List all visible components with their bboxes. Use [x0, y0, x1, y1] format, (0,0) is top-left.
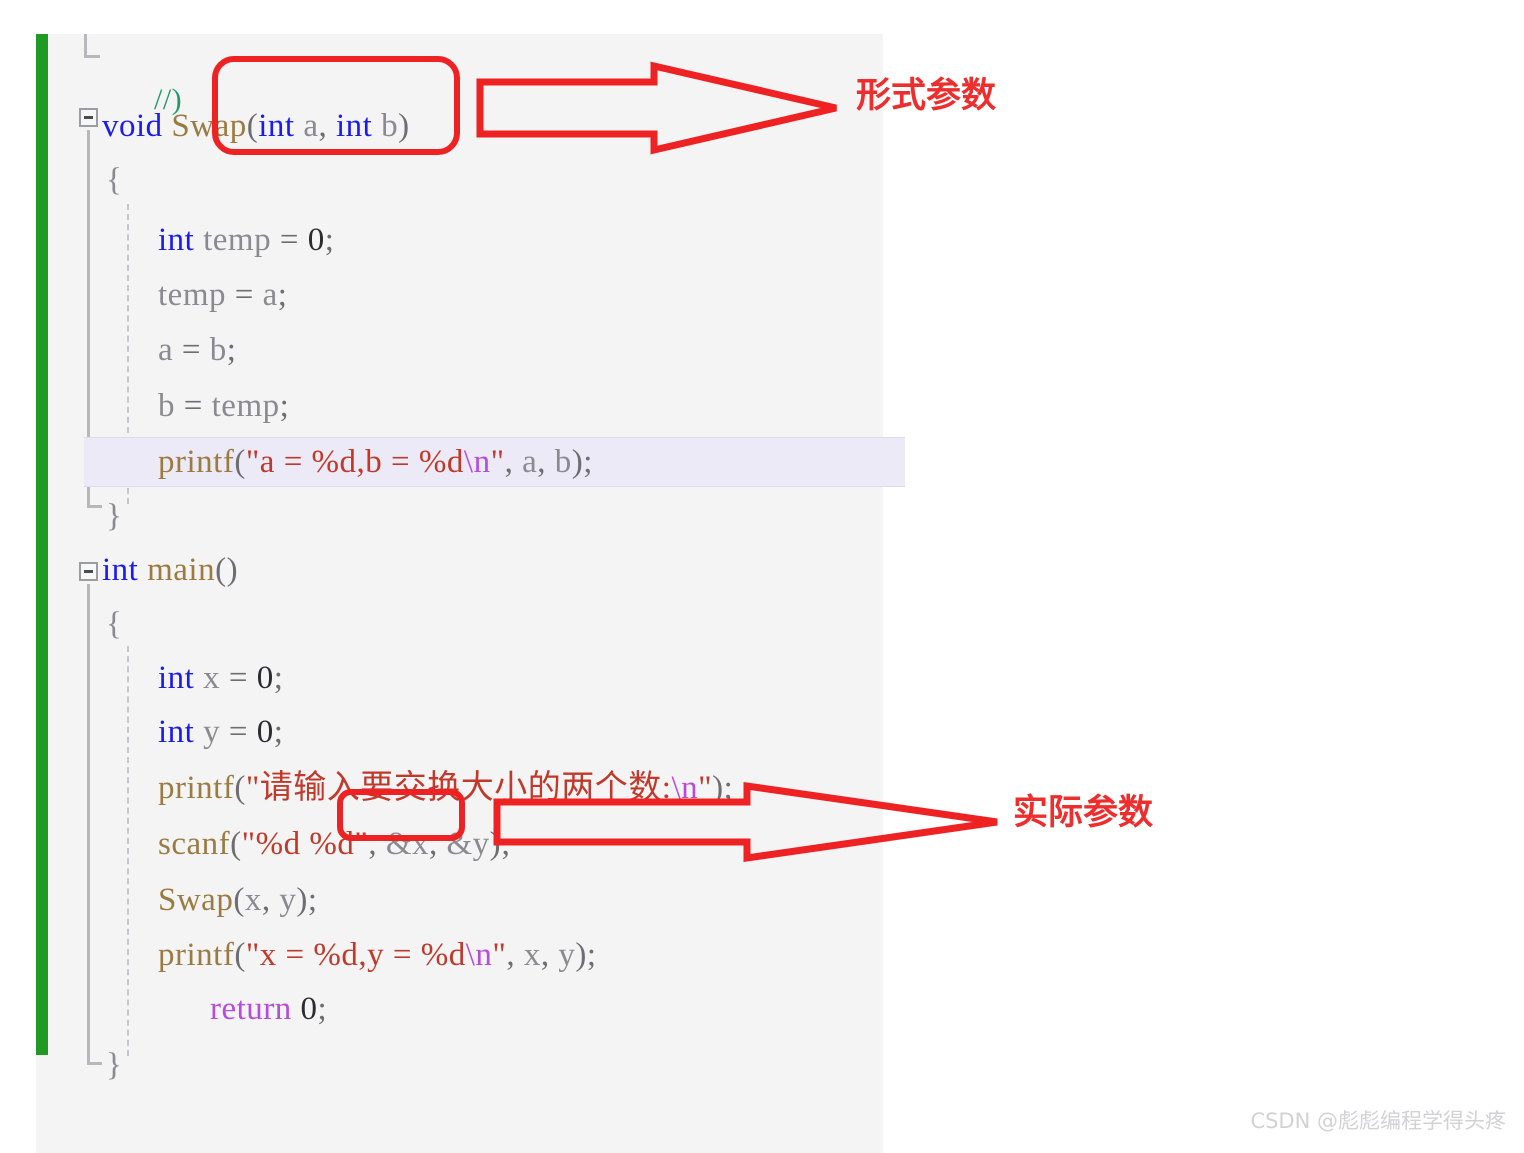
formal-parameters-arrow-icon [476, 61, 837, 155]
fold-rail-main-foot [87, 1062, 102, 1065]
code-line-main-open-brace: { [106, 606, 123, 642]
actual-parameters-label: 实际参数 [1013, 793, 1154, 833]
code-line-decl-x: int x = 0; [158, 660, 284, 696]
code-line-return-zero: return 0; [210, 991, 328, 1027]
code-line-swap-open-brace: { [106, 162, 123, 198]
code-line-assign-b-temp: b = temp; [158, 388, 290, 424]
code-line-printf-swap: printf("a = %d,b = %d\n", a, b); [158, 444, 593, 480]
code-line-call-swap: Swap(x, y); [158, 882, 318, 918]
code-line-decl-temp: int temp = 0; [158, 222, 335, 258]
indent-guide-main [127, 646, 129, 1056]
fold-rail-swap-foot [87, 505, 102, 508]
code-line-main-signature: int main() [102, 552, 239, 588]
formal-parameters-highlight-box [212, 56, 460, 155]
code-line-assign-a-b: a = b; [158, 332, 237, 368]
code-text-area[interactable]: //) void Swap(int a, int b) { int temp =… [58, 34, 905, 1153]
fold-rail-main [87, 584, 90, 1065]
code-line-assign-temp-a: temp = a; [158, 277, 288, 313]
fold-toggle-main-icon[interactable] [79, 562, 98, 581]
code-line-main-close-brace: } [106, 1047, 123, 1083]
formal-parameters-label: 形式参数 [856, 76, 997, 116]
fold-toggle-swap-icon[interactable] [79, 108, 98, 127]
modified-lines-change-bar [36, 34, 48, 1055]
code-line-decl-y: int y = 0; [158, 714, 284, 750]
code-line-printf-result: printf("x = %d,y = %d\n", x, y); [158, 937, 597, 973]
code-editor-panel: //) void Swap(int a, int b) { int temp =… [36, 34, 905, 1153]
csdn-watermark: CSDN @彪彪编程学得头疼 [1250, 1109, 1506, 1133]
code-line-swap-close-brace: } [106, 498, 123, 534]
actual-parameters-highlight-box [337, 789, 465, 841]
actual-parameters-arrow-icon [493, 781, 998, 863]
fold-rail-top-foot [84, 55, 100, 58]
